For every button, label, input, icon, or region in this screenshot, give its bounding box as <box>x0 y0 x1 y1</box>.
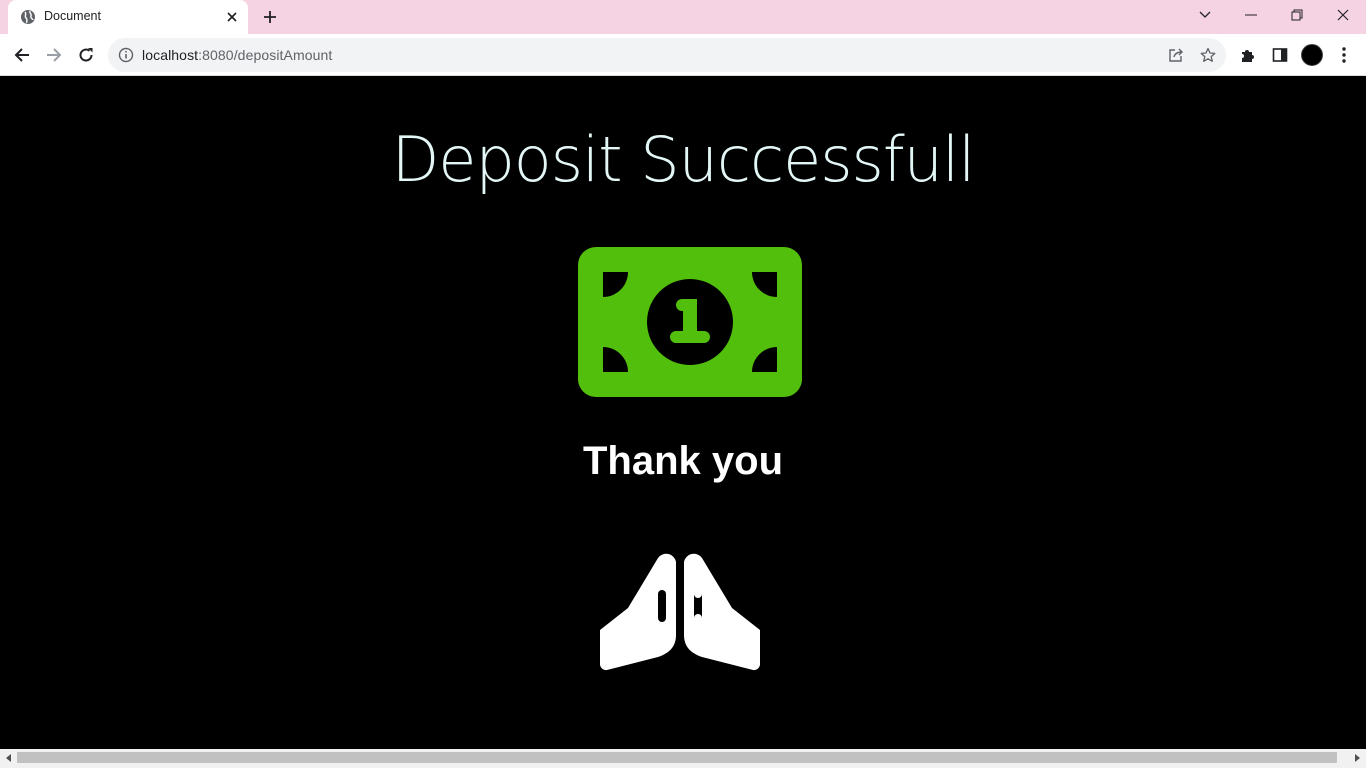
tab-title: Document <box>44 9 101 23</box>
scroll-left-arrow-icon[interactable] <box>3 752 15 764</box>
close-window-icon[interactable] <box>1330 4 1356 26</box>
url-host: localhost <box>142 47 199 63</box>
tab-strip: Document <box>0 0 1366 34</box>
kebab-menu-icon[interactable] <box>1332 43 1356 67</box>
restore-icon[interactable] <box>1284 4 1310 26</box>
star-icon[interactable] <box>1199 46 1217 64</box>
url-text[interactable]: localhost:8080/depositAmount <box>142 47 332 63</box>
scroll-right-arrow-icon[interactable] <box>1351 752 1363 764</box>
side-panel-icon[interactable] <box>1268 43 1292 67</box>
new-tab-button[interactable] <box>258 6 282 28</box>
url-path: :8080/depositAmount <box>198 47 333 63</box>
thank-you-message: Thank you <box>582 439 784 483</box>
minimize-icon[interactable] <box>1238 4 1264 26</box>
info-icon[interactable] <box>118 47 134 63</box>
page-title: Deposit Successfull <box>391 123 976 196</box>
globe-icon <box>20 9 36 25</box>
browser-tab[interactable]: Document <box>8 0 248 34</box>
browser-toolbar: localhost:8080/depositAmount <box>0 34 1366 76</box>
address-bar[interactable]: localhost:8080/depositAmount <box>108 38 1226 72</box>
scrollbar-thumb[interactable] <box>17 752 1337 763</box>
praying-hands-icon <box>598 540 762 672</box>
puzzle-icon[interactable] <box>1236 43 1260 67</box>
forward-arrow-icon[interactable] <box>42 43 66 67</box>
tab-close-icon[interactable] <box>224 9 240 25</box>
banknote-icon <box>578 247 802 397</box>
profile-avatar[interactable] <box>1301 44 1323 66</box>
page-content: Deposit Successfull Thank you <box>0 77 1366 749</box>
tab-search-chevron-down-icon[interactable] <box>1192 4 1218 26</box>
reload-icon[interactable] <box>74 43 98 67</box>
back-arrow-icon[interactable] <box>10 43 34 67</box>
share-icon[interactable] <box>1167 46 1185 64</box>
horizontal-scrollbar[interactable] <box>0 749 1366 768</box>
